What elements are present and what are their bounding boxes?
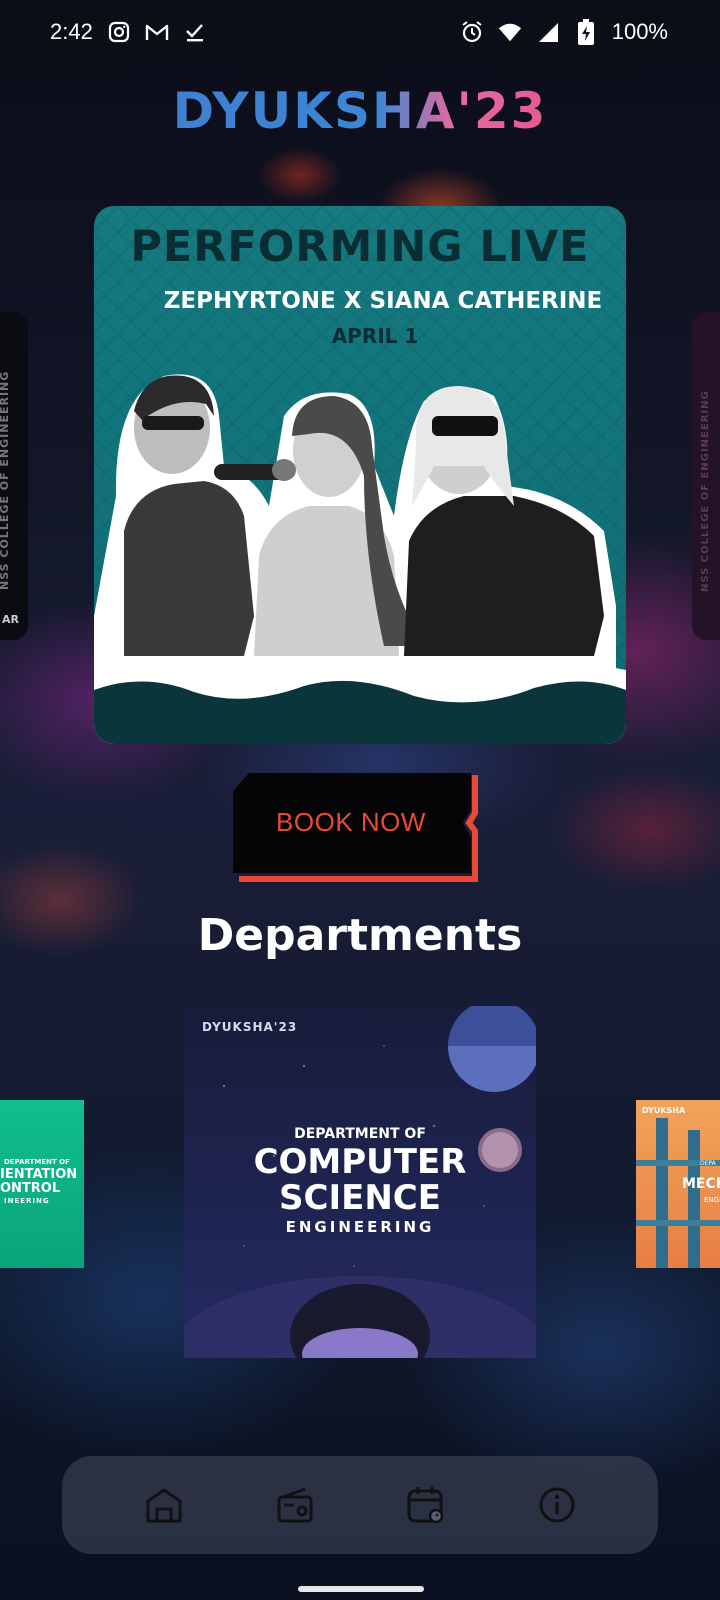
status-time: 2:42 [50, 19, 93, 44]
dept-left-line2: ONTROL [0, 1181, 61, 1196]
dept-card-line3: ENGINEERING [285, 1218, 435, 1236]
info-icon [539, 1487, 574, 1523]
gmail-icon [145, 20, 169, 44]
event-card[interactable]: PERFORMING LIVE ZEPHYRTONE X SIANA CATHE… [94, 206, 626, 744]
nav-radio[interactable] [265, 1475, 325, 1535]
dept-right-line3: ENGI [704, 1196, 720, 1204]
signal-icon [536, 20, 560, 44]
status-bar: 2:42 100% [0, 0, 720, 64]
dept-left-line3: INEERING [4, 1197, 50, 1205]
nav-calendar[interactable] [396, 1475, 456, 1535]
event-headline: PERFORMING LIVE [130, 222, 590, 272]
department-card-next[interactable]: DYUKSHA DEPA MECH ENGI [636, 1100, 720, 1268]
dept-right-logo: DYUKSHA [642, 1106, 686, 1115]
event-date: APRIL 1 [331, 324, 419, 348]
status-bar-left: 2:42 [50, 19, 207, 45]
calendar-icon [407, 1487, 443, 1524]
home-icon [146, 1488, 181, 1523]
nav-home[interactable] [134, 1475, 194, 1535]
wifi-icon [498, 20, 522, 44]
logo-text: DYUKSHA'23 [172, 82, 548, 140]
alarm-icon [460, 20, 484, 44]
nav-info[interactable] [527, 1475, 587, 1535]
dept-card-subtitle: DEPARTMENT OF [294, 1126, 426, 1142]
status-bar-right: 100% [460, 19, 668, 45]
event-artists: ZEPHYRTONE X SIANA CATHERINE [163, 288, 603, 314]
departments-title: Departments [197, 910, 523, 961]
department-card-previous[interactable]: DEPARTMENT OF IENTATION ONTROL INEERING [0, 1100, 84, 1268]
instagram-icon [107, 20, 131, 44]
home-indicator[interactable] [298, 1586, 424, 1592]
event-card-previous[interactable]: NSS COLLEGE OF ENGINEERING AR [0, 312, 28, 640]
department-card[interactable]: DYUKSHA'23 DEPARTMENT OF COMPUTER SCIENC… [184, 1006, 536, 1358]
performers-photo [94, 374, 626, 744]
dept-card-logo: DYUKSHA'23 [202, 1020, 298, 1034]
book-now-button[interactable]: BOOK NOW [233, 773, 479, 889]
dept-left-subtitle: DEPARTMENT OF [4, 1158, 70, 1166]
dept-right-subtitle: DEPA [700, 1160, 716, 1167]
next-card-text: NSS COLLEGE OF ENGINEERING [700, 390, 711, 592]
bottom-navigation [62, 1456, 658, 1554]
previous-card-text: NSS COLLEGE OF ENGINEERING [0, 370, 11, 590]
event-card-next[interactable]: NSS COLLEGE OF ENGINEERING [692, 312, 720, 640]
book-now-label: BOOK NOW [276, 807, 426, 837]
dept-right-line1: MECH [682, 1176, 720, 1192]
dept-card-line1: COMPUTER [253, 1142, 467, 1182]
app-logo: DYUKSHA'23 [0, 82, 720, 140]
battery-charging-icon [574, 19, 598, 45]
previous-card-corner-text: AR [2, 613, 19, 626]
download-done-icon [183, 20, 207, 44]
dept-left-line1: IENTATION [0, 1167, 78, 1182]
battery-percent: 100% [611, 19, 668, 44]
radio-icon [277, 1487, 312, 1523]
dept-card-line2: SCIENCE [279, 1178, 441, 1218]
